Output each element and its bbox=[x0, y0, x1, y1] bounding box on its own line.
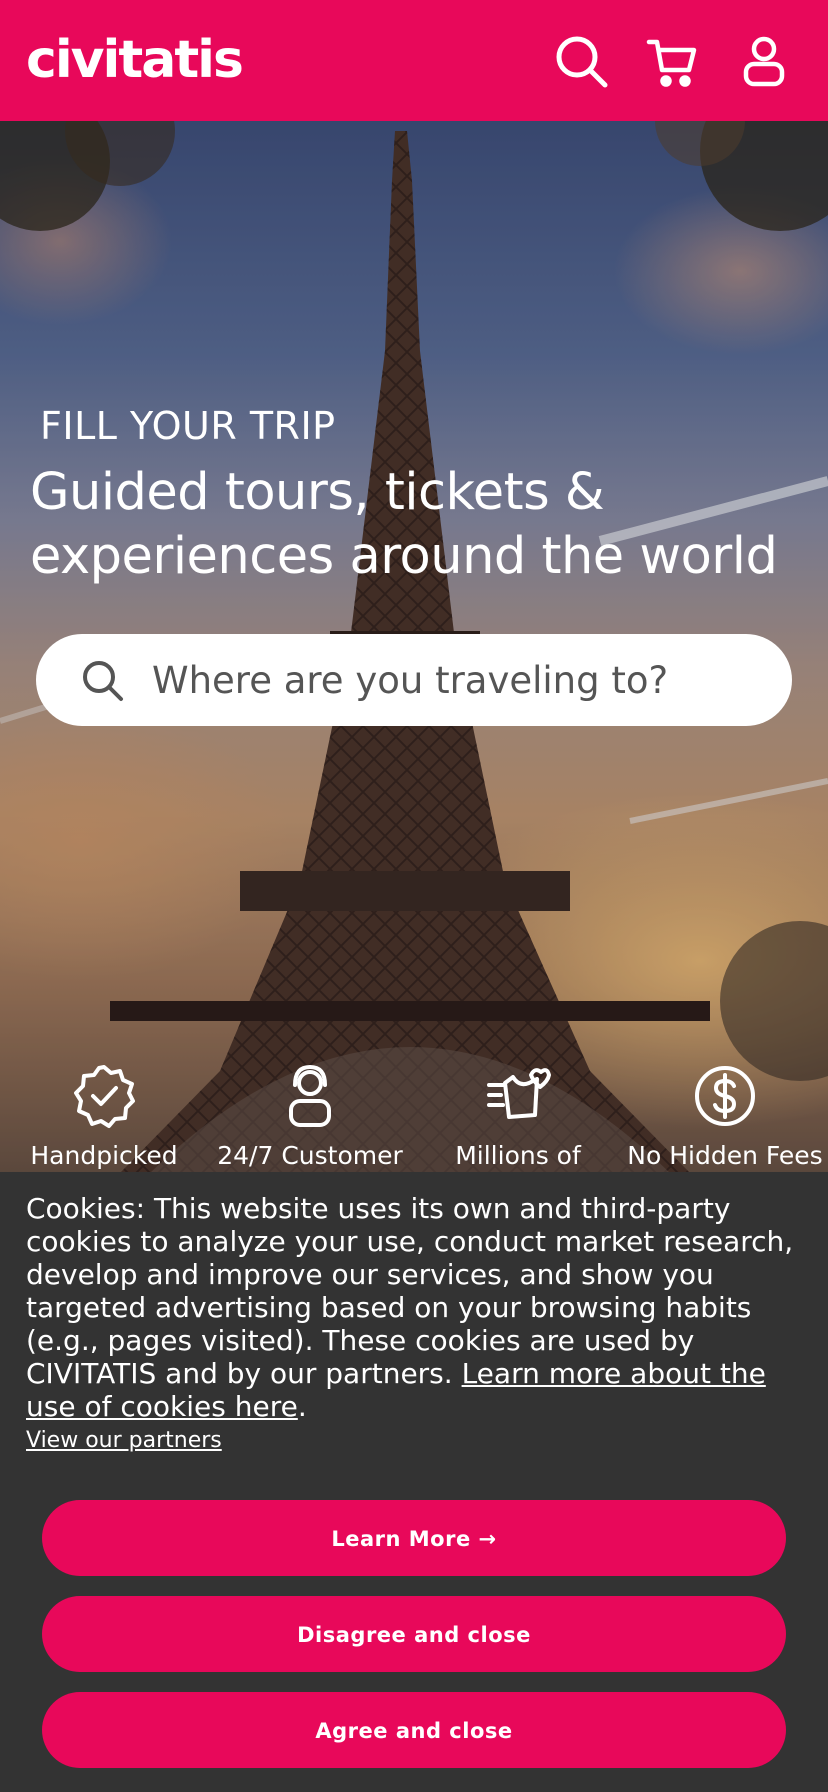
hero-eyebrow: FILL YOUR TRIP bbox=[40, 404, 336, 448]
feature-no-hidden-fees: No Hidden Fees bbox=[625, 1063, 825, 1171]
civitatis-logo[interactable]: civitatis bbox=[26, 30, 244, 90]
heart-reviews-icon bbox=[487, 1068, 551, 1119]
feature-handpicked: Handpicked bbox=[4, 1063, 204, 1171]
app-header: civitatis bbox=[0, 0, 828, 121]
agree-and-close-button[interactable]: Agree and close bbox=[42, 1692, 786, 1768]
user-icon[interactable] bbox=[736, 34, 792, 90]
view-partners-link[interactable]: View our partners bbox=[26, 1428, 222, 1453]
search-icon[interactable] bbox=[554, 34, 610, 90]
hero-headline: Guided tours, tickets & experiences arou… bbox=[30, 463, 778, 586]
cart-icon[interactable] bbox=[645, 34, 701, 90]
destination-search-input[interactable] bbox=[150, 634, 770, 726]
dollar-icon bbox=[695, 1066, 755, 1126]
hero-banner: FILL YOUR TRIP Guided tours, tickets & e… bbox=[0, 121, 828, 1173]
learn-more-button[interactable]: Learn More → bbox=[42, 1500, 786, 1576]
cookie-notice-text: Cookies: This website uses its own and t… bbox=[26, 1192, 794, 1423]
feature-customer-support: 24/7 Customer bbox=[210, 1063, 410, 1171]
feature-millions-of: Millions of bbox=[418, 1063, 618, 1171]
disagree-and-close-button[interactable]: Disagree and close bbox=[42, 1596, 786, 1672]
cookie-consent-panel: Cookies: This website uses its own and t… bbox=[0, 1172, 828, 1792]
verified-badge-icon bbox=[74, 1065, 135, 1128]
search-icon bbox=[83, 661, 123, 701]
customer-support-icon bbox=[289, 1065, 331, 1127]
destination-search-box[interactable] bbox=[36, 634, 792, 726]
